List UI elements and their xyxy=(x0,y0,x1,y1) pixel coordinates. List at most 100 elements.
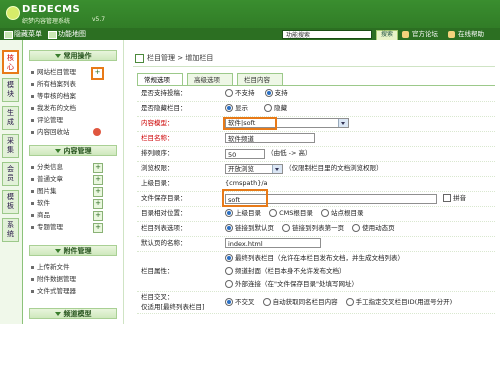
menu-item-my-docs[interactable]: 我发布的文档 xyxy=(31,103,76,113)
pinyin-option[interactable]: 拼音 xyxy=(443,191,466,206)
access-value: 开放浏览 xyxy=(228,164,254,173)
add-images-button[interactable]: + xyxy=(93,187,103,197)
order-input[interactable]: 50 xyxy=(225,148,265,159)
section-channel[interactable]: 频道模型 xyxy=(29,308,117,319)
hide-menu-button[interactable]: 隐藏菜单 xyxy=(2,29,46,39)
vtab-generate[interactable]: 生成 xyxy=(2,106,19,130)
divider xyxy=(133,66,495,67)
vtab-system[interactable]: 系统 xyxy=(2,218,19,242)
vtab-collect[interactable]: 采集 xyxy=(2,134,19,158)
vtab-module[interactable]: 模块 xyxy=(2,78,19,102)
vtab-label: 生成 xyxy=(7,109,14,126)
bullet-icon xyxy=(31,177,34,181)
function-map-label: 功能地图 xyxy=(58,30,86,38)
name-input[interactable]: 软件频道 xyxy=(225,133,315,143)
highlight-dir xyxy=(222,189,268,207)
radio-cross-none[interactable]: 不交叉 xyxy=(225,291,255,313)
menu-item-recycle[interactable]: 内容回收站 xyxy=(31,127,70,137)
index-input[interactable]: index.html xyxy=(225,238,321,248)
category-form: 是否支持投稿： 不支持 支持 是否隐藏栏目： 显示 隐藏 内容模型： 软件|so… xyxy=(137,85,495,365)
radio-rel-site[interactable]: 站点根目录 xyxy=(320,206,363,221)
help-link[interactable]: 在线帮助 xyxy=(448,30,484,39)
section-attach[interactable]: 附件管理 xyxy=(29,245,117,256)
logo: DEDECMS 织梦内容管理系统 v5.7 xyxy=(6,4,116,30)
menu-item-images[interactable]: 图片集 xyxy=(31,186,57,196)
menu-label: 图片集 xyxy=(37,187,57,195)
logo-subtitle: 织梦内容管理系统 xyxy=(22,18,71,25)
chevron-down-icon xyxy=(272,164,282,173)
radio-icon xyxy=(282,224,291,232)
section-content[interactable]: 内容管理 xyxy=(29,145,117,156)
breadcrumb-text[interactable]: 栏目管理 > 增加栏目 xyxy=(147,54,213,62)
vtab-core[interactable]: 核心 xyxy=(2,50,19,74)
function-search-input[interactable]: 功能搜索 xyxy=(282,30,372,39)
menu-icon xyxy=(4,31,13,39)
radio-icon xyxy=(264,104,273,112)
menu-item-software[interactable]: 软件 xyxy=(31,198,50,208)
radio-list-first[interactable]: 链接到列表第一页 xyxy=(282,221,344,236)
radio-label: CMS根目录 xyxy=(279,209,313,217)
vtab-template[interactable]: 模板 xyxy=(2,190,19,214)
menu-item-all-docs[interactable]: 所有档案列表 xyxy=(31,79,76,89)
radio-attr-cover[interactable]: 频道封面（栏目本身不允许发布文档） xyxy=(225,265,346,277)
menu-item-article[interactable]: 普通文章 xyxy=(31,174,63,184)
tab-content[interactable]: 栏目内容 xyxy=(237,73,283,85)
menu-item-goods[interactable]: 商品 xyxy=(31,210,50,220)
tab-advanced[interactable]: 高级选项 xyxy=(187,73,233,85)
add-classified-button[interactable]: + xyxy=(93,163,103,173)
radio-cross-auto[interactable]: 自动获取同名栏目内容 xyxy=(262,291,338,313)
tab-general[interactable]: 常规选项 xyxy=(137,73,183,85)
menu-label: 商品 xyxy=(37,211,50,219)
parent-label: 上级目录： xyxy=(141,179,174,187)
menu-item-upload[interactable]: 上传新文件 xyxy=(31,262,70,272)
access-label: 浏览权限： xyxy=(141,164,174,172)
radio-label: 上级目录 xyxy=(235,209,261,217)
radio-icon xyxy=(225,254,233,262)
menu-item-comments[interactable]: 评论管理 xyxy=(31,115,63,125)
index-label: 默认页的名称： xyxy=(141,239,187,247)
radio-attr-final[interactable]: 最终列表栏目（允许在本栏目发布文档，并生成文档列表） xyxy=(225,252,404,264)
radio-support[interactable]: 支持 xyxy=(264,86,288,101)
row-index: 默认页的名称： index.html xyxy=(137,236,495,252)
attr-label: 栏目属性： xyxy=(141,267,174,275)
vtab-member[interactable]: 会员 xyxy=(2,162,19,186)
add-topic-button[interactable]: + xyxy=(93,223,103,233)
add-goods-button[interactable]: + xyxy=(93,211,103,221)
menu-item-attach-data[interactable]: 附件数据管理 xyxy=(31,274,76,284)
bullet-icon xyxy=(31,118,34,122)
radio-hide[interactable]: 隐藏 xyxy=(264,101,287,116)
radio-not-support[interactable]: 不支持 xyxy=(225,86,255,101)
order-label: 排列顺序： xyxy=(141,149,174,157)
radio-list-dynamic[interactable]: 使用动态页 xyxy=(352,221,395,236)
forum-link[interactable]: 官方论坛 xyxy=(402,30,438,39)
add-category-button[interactable]: + xyxy=(91,67,104,80)
radio-attr-link[interactable]: 外部连接（在"文件保存目录"处填写网址） xyxy=(225,278,358,290)
bullet-icon xyxy=(31,289,34,293)
radio-icon xyxy=(225,104,233,112)
radio-cross-manual[interactable]: 手工指定交叉栏目ID(用逗号分开) xyxy=(345,291,452,313)
radio-rel-parent[interactable]: 上级目录 xyxy=(225,206,261,221)
menu-item-pending-docs[interactable]: 等审核的档案 xyxy=(31,91,76,101)
menu-item-file-manager[interactable]: 文件式管理器 xyxy=(31,286,76,296)
recycle-icon[interactable] xyxy=(93,128,101,136)
radio-icon xyxy=(320,209,329,217)
menu-item-classified[interactable]: 分类信息 xyxy=(31,162,63,172)
order-hint: （由低 -> 高） xyxy=(267,149,312,157)
add-article-button[interactable]: + xyxy=(93,175,103,185)
add-software-button[interactable]: + xyxy=(93,199,103,209)
menu-label: 我发布的文档 xyxy=(37,104,76,112)
row-dir: 文件保存目录： soft 拼音 xyxy=(137,189,495,207)
section-common[interactable]: 常用操作 xyxy=(29,50,117,61)
row-attr: 栏目属性： 最终列表栏目（允许在本栏目发布文档，并生成文档列表） 频道封面（栏目… xyxy=(137,251,495,292)
radio-show[interactable]: 显示 xyxy=(225,101,248,116)
radio-list-default[interactable]: 链接到默认页 xyxy=(225,221,274,236)
radio-rel-cms[interactable]: CMS根目录 xyxy=(269,206,313,221)
menu-item-topics[interactable]: 专题管理 xyxy=(31,222,63,232)
menu-label: 等审核的档案 xyxy=(37,92,76,100)
home-icon xyxy=(402,31,409,38)
function-map-button[interactable]: 功能地图 xyxy=(46,29,90,39)
collapse-icon xyxy=(54,249,61,253)
menu-item-category-manage[interactable]: 网站栏目管理 xyxy=(31,67,76,77)
radio-icon xyxy=(262,298,271,306)
access-select[interactable]: 开放浏览 xyxy=(225,163,283,174)
